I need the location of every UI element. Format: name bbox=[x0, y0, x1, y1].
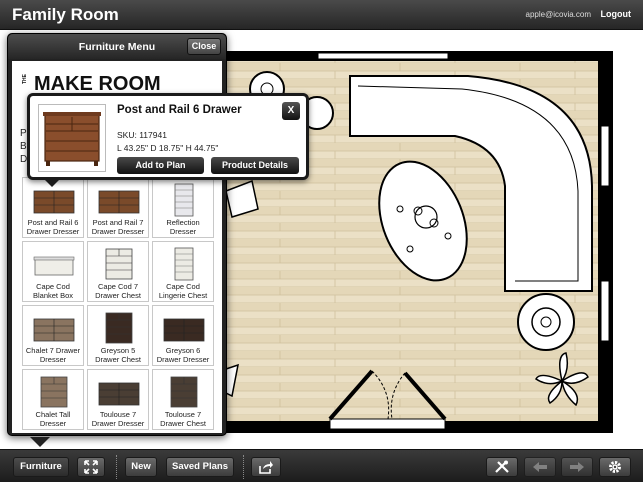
furniture-item[interactable]: Cape Cod Blanket Box bbox=[22, 241, 84, 302]
dresser-wide-icon bbox=[33, 190, 75, 214]
toolbar-separator bbox=[116, 455, 117, 479]
redo-button[interactable] bbox=[561, 457, 593, 477]
furniture-item-label: Toulouse 7 Drawer Dresser bbox=[91, 410, 145, 428]
furniture-item[interactable]: Chalet Tall Dresser bbox=[22, 369, 84, 430]
furniture-item-label: Cape Cod 7 Drawer Chest bbox=[95, 282, 141, 300]
fullscreen-icon bbox=[84, 460, 98, 474]
product-details-button[interactable]: Product Details bbox=[211, 157, 299, 174]
add-to-plan-button[interactable]: Add to Plan bbox=[117, 157, 204, 174]
furniture-item-label: Post and Rail 6 Drawer Dresser bbox=[26, 218, 80, 236]
settings-icon bbox=[609, 461, 621, 473]
blanket-box-icon bbox=[33, 256, 75, 276]
settings-button[interactable] bbox=[599, 457, 631, 477]
product-name: Post and Rail 6 Drawer bbox=[117, 104, 242, 116]
dresser-image bbox=[43, 112, 101, 166]
furniture-menu-pointer bbox=[30, 437, 50, 447]
undo-button[interactable] bbox=[524, 457, 556, 477]
furniture-item[interactable]: Greyson 6 Drawer Dresser bbox=[152, 305, 214, 366]
furniture-item-label: Toulouse 7 Drawer Chest bbox=[160, 410, 206, 428]
product-detail-pointer bbox=[44, 179, 60, 187]
undo-icon bbox=[533, 462, 547, 472]
furniture-item-label: Cape Cod Lingerie Chest bbox=[158, 282, 208, 300]
share-icon bbox=[259, 461, 273, 474]
bottom-toolbar: Furniture New Saved Plans bbox=[0, 449, 643, 482]
logout-button[interactable]: Logout bbox=[601, 9, 632, 19]
furniture-item[interactable]: Reflection Dresser bbox=[152, 177, 214, 238]
brand-prefix: THE bbox=[22, 74, 28, 84]
product-detail-popup: Post and Rail 6 Drawer X SKU: 117941 L 4… bbox=[27, 93, 309, 180]
room-title: Family Room bbox=[12, 5, 119, 24]
user-email: apple@icovia.com bbox=[525, 10, 591, 19]
toolbar-separator bbox=[243, 455, 244, 479]
chest-icon bbox=[170, 376, 198, 408]
app-window: Family Room apple@icovia.com Logout Furn… bbox=[0, 0, 643, 482]
title-bar: Family Room apple@icovia.com Logout bbox=[0, 0, 643, 30]
redo-icon bbox=[570, 462, 584, 472]
tools-icon bbox=[495, 460, 509, 473]
chest-icon bbox=[105, 312, 133, 344]
product-detail-close-button[interactable]: X bbox=[282, 102, 300, 120]
description-text: B bbox=[20, 141, 27, 152]
furniture-item-label: Greyson 6 Drawer Dresser bbox=[156, 346, 210, 364]
furniture-item[interactable]: Greyson 5 Drawer Chest bbox=[87, 305, 149, 366]
furniture-item[interactable]: Post and Rail 7 Drawer Dresser bbox=[87, 177, 149, 238]
wall-right bbox=[598, 51, 613, 431]
furniture-item[interactable]: Toulouse 7 Drawer Dresser bbox=[87, 369, 149, 430]
dresser-wide-icon bbox=[163, 318, 205, 342]
furniture-menu-header: Furniture Menu Close bbox=[8, 34, 226, 59]
dresser-wide-icon bbox=[33, 318, 75, 342]
product-dimensions: L 43.25" D 18.75" H 44.75" bbox=[117, 143, 219, 153]
dresser-tall-icon bbox=[174, 183, 194, 217]
furniture-item-label: Cape Cod Blanket Box bbox=[32, 282, 74, 300]
furniture-item-label: Greyson 5 Drawer Chest bbox=[95, 346, 141, 364]
tools-button[interactable] bbox=[486, 457, 518, 477]
saved-plans-button[interactable]: Saved Plans bbox=[166, 457, 234, 477]
chest-icon bbox=[40, 376, 68, 408]
dresser-wide-icon bbox=[98, 382, 140, 406]
lamp-table-right bbox=[517, 293, 575, 351]
furniture-item-label: Chalet 7 Drawer Dresser bbox=[25, 346, 81, 364]
furniture-item[interactable]: Chalet 7 Drawer Dresser bbox=[22, 305, 84, 366]
chest-icon bbox=[105, 248, 133, 280]
fullscreen-button[interactable] bbox=[77, 457, 105, 477]
furniture-item[interactable]: Toulouse 7 Drawer Chest bbox=[152, 369, 214, 430]
product-image bbox=[38, 104, 106, 172]
furniture-item-label: Post and Rail 7 Drawer Dresser bbox=[91, 218, 145, 236]
dresser-wide-icon bbox=[98, 190, 140, 214]
furniture-item-label: Chalet Tall Dresser bbox=[35, 410, 71, 428]
furniture-menu-close-button[interactable]: Close bbox=[187, 38, 221, 55]
new-button[interactable]: New bbox=[125, 457, 157, 477]
share-button[interactable] bbox=[251, 457, 281, 477]
product-sku: SKU: 117941 bbox=[117, 130, 167, 140]
furniture-button[interactable]: Furniture bbox=[13, 457, 69, 477]
furniture-item[interactable]: Cape Cod 7 Drawer Chest bbox=[87, 241, 149, 302]
description-text: P bbox=[20, 128, 27, 139]
lingerie-chest-icon bbox=[174, 247, 194, 281]
furniture-item-label: Reflection Dresser bbox=[166, 218, 200, 236]
furniture-item[interactable]: Cape Cod Lingerie Chest bbox=[152, 241, 214, 302]
